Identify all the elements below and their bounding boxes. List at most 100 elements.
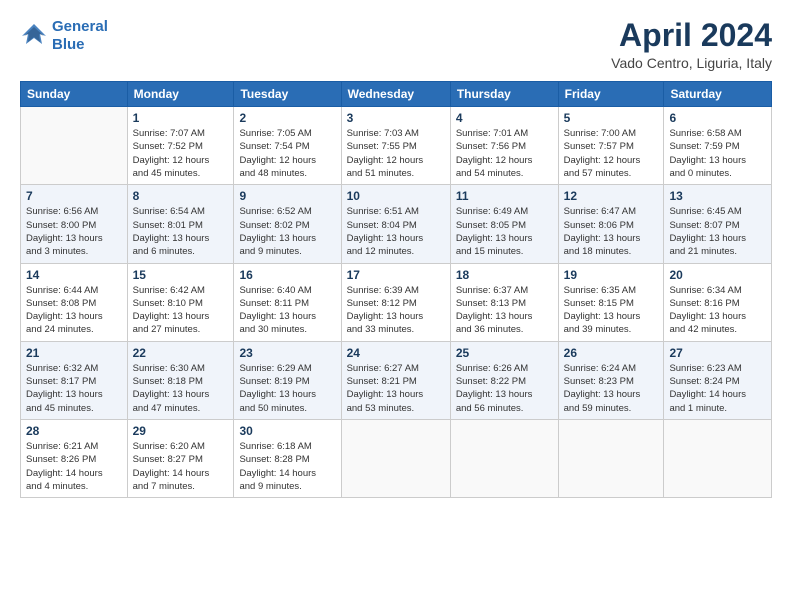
calendar-cell: 8 Sunrise: 6:54 AMSunset: 8:01 PMDaylight… (127, 185, 234, 263)
day-number: 13 (669, 189, 766, 203)
calendar-cell: 7 Sunrise: 6:56 AMSunset: 8:00 PMDaylight… (21, 185, 128, 263)
calendar-cell: 3Sunrise: 7:03 AMSunset: 7:55 PMDaylight… (341, 107, 450, 185)
day-info: Sunrise: 6:21 AMSunset: 8:26 PMDaylight:… (26, 440, 122, 493)
calendar-cell: 27 Sunrise: 6:23 AMSunset: 8:24 PMDayligh… (664, 341, 772, 419)
day-number: 15 (133, 268, 229, 282)
calendar-cell: 22 Sunrise: 6:30 AMSunset: 8:18 PMDayligh… (127, 341, 234, 419)
calendar-cell (21, 107, 128, 185)
day-info: Sunrise: 6:29 AMSunset: 8:19 PMDaylight:… (239, 362, 335, 415)
day-info: Sunrise: 6:42 AMSunset: 8:10 PMDaylight:… (133, 284, 229, 337)
weekday-header: Monday (127, 82, 234, 107)
title-block: April 2024 Vado Centro, Liguria, Italy (611, 18, 772, 71)
day-number: 28 (26, 424, 122, 438)
day-info: Sunrise: 6:58 AMSunset: 7:59 PMDaylight:… (669, 127, 766, 180)
day-info: Sunrise: 6:39 AMSunset: 8:12 PMDaylight:… (347, 284, 445, 337)
calendar-cell: 4 Sunrise: 7:01 AMSunset: 7:56 PMDaylight… (450, 107, 558, 185)
day-number: 10 (347, 189, 445, 203)
day-number: 16 (239, 268, 335, 282)
calendar-cell: 1 Sunrise: 7:07 AMSunset: 7:52 PMDaylight… (127, 107, 234, 185)
calendar-cell: 21 Sunrise: 6:32 AMSunset: 8:17 PMDayligh… (21, 341, 128, 419)
day-number: 21 (26, 346, 122, 360)
calendar-week-row: 21 Sunrise: 6:32 AMSunset: 8:17 PMDayligh… (21, 341, 772, 419)
logo-line2: Blue (52, 36, 85, 53)
day-number: 24 (347, 346, 445, 360)
day-info: Sunrise: 7:01 AMSunset: 7:56 PMDaylight:… (456, 127, 553, 180)
calendar-cell: 13 Sunrise: 6:45 AMSunset: 8:07 PMDayligh… (664, 185, 772, 263)
day-info: Sunrise: 6:54 AMSunset: 8:01 PMDaylight:… (133, 205, 229, 258)
main-title: April 2024 (611, 18, 772, 53)
calendar-cell: 11 Sunrise: 6:49 AMSunset: 8:05 PMDayligh… (450, 185, 558, 263)
calendar-cell: 14 Sunrise: 6:44 AMSunset: 8:08 PMDayligh… (21, 263, 128, 341)
day-info: Sunrise: 7:03 AMSunset: 7:55 PMDaylight:… (347, 127, 445, 180)
calendar-cell: 28 Sunrise: 6:21 AMSunset: 8:26 PMDayligh… (21, 419, 128, 497)
logo-text: General Blue (52, 18, 108, 54)
day-number: 19 (564, 268, 659, 282)
day-number: 7 (26, 189, 122, 203)
calendar-cell (450, 419, 558, 497)
calendar-cell: 5 Sunrise: 7:00 AMSunset: 7:57 PMDaylight… (558, 107, 664, 185)
calendar-cell: 18Sunrise: 6:37 AMSunset: 8:13 PMDayligh… (450, 263, 558, 341)
calendar-week-row: 1 Sunrise: 7:07 AMSunset: 7:52 PMDaylight… (21, 107, 772, 185)
calendar-cell: 29 Sunrise: 6:20 AMSunset: 8:27 PMDayligh… (127, 419, 234, 497)
day-number: 22 (133, 346, 229, 360)
day-number: 8 (133, 189, 229, 203)
day-info: Sunrise: 6:44 AMSunset: 8:08 PMDaylight:… (26, 284, 122, 337)
day-number: 5 (564, 111, 659, 125)
day-number: 25 (456, 346, 553, 360)
calendar-cell: 17Sunrise: 6:39 AMSunset: 8:12 PMDayligh… (341, 263, 450, 341)
day-info: Sunrise: 6:51 AMSunset: 8:04 PMDaylight:… (347, 205, 445, 258)
calendar-cell: 12Sunrise: 6:47 AMSunset: 8:06 PMDayligh… (558, 185, 664, 263)
day-info: Sunrise: 6:30 AMSunset: 8:18 PMDaylight:… (133, 362, 229, 415)
calendar-cell: 26Sunrise: 6:24 AMSunset: 8:23 PMDayligh… (558, 341, 664, 419)
header-row: SundayMondayTuesdayWednesdayThursdayFrid… (21, 82, 772, 107)
day-number: 29 (133, 424, 229, 438)
day-number: 4 (456, 111, 553, 125)
day-info: Sunrise: 6:52 AMSunset: 8:02 PMDaylight:… (239, 205, 335, 258)
day-info: Sunrise: 7:00 AMSunset: 7:57 PMDaylight:… (564, 127, 659, 180)
calendar: SundayMondayTuesdayWednesdayThursdayFrid… (20, 81, 772, 498)
calendar-week-row: 28 Sunrise: 6:21 AMSunset: 8:26 PMDayligh… (21, 419, 772, 497)
calendar-cell (558, 419, 664, 497)
calendar-cell: 24 Sunrise: 6:27 AMSunset: 8:21 PMDayligh… (341, 341, 450, 419)
day-info: Sunrise: 6:49 AMSunset: 8:05 PMDaylight:… (456, 205, 553, 258)
calendar-week-row: 14 Sunrise: 6:44 AMSunset: 8:08 PMDayligh… (21, 263, 772, 341)
calendar-cell: 20Sunrise: 6:34 AMSunset: 8:16 PMDayligh… (664, 263, 772, 341)
day-info: Sunrise: 6:45 AMSunset: 8:07 PMDaylight:… (669, 205, 766, 258)
day-info: Sunrise: 6:32 AMSunset: 8:17 PMDaylight:… (26, 362, 122, 415)
calendar-cell: 25 Sunrise: 6:26 AMSunset: 8:22 PMDayligh… (450, 341, 558, 419)
calendar-cell (664, 419, 772, 497)
day-info: Sunrise: 6:27 AMSunset: 8:21 PMDaylight:… (347, 362, 445, 415)
weekday-header: Saturday (664, 82, 772, 107)
day-number: 30 (239, 424, 335, 438)
subtitle: Vado Centro, Liguria, Italy (611, 55, 772, 71)
day-info: Sunrise: 6:47 AMSunset: 8:06 PMDaylight:… (564, 205, 659, 258)
day-number: 27 (669, 346, 766, 360)
calendar-cell: 30Sunrise: 6:18 AMSunset: 8:28 PMDayligh… (234, 419, 341, 497)
day-info: Sunrise: 6:26 AMSunset: 8:22 PMDaylight:… (456, 362, 553, 415)
logo: General Blue (20, 18, 108, 54)
logo-icon (20, 22, 48, 50)
day-number: 11 (456, 189, 553, 203)
day-info: Sunrise: 6:23 AMSunset: 8:24 PMDaylight:… (669, 362, 766, 415)
calendar-cell: 19 Sunrise: 6:35 AMSunset: 8:15 PMDayligh… (558, 263, 664, 341)
day-number: 23 (239, 346, 335, 360)
day-info: Sunrise: 6:40 AMSunset: 8:11 PMDaylight:… (239, 284, 335, 337)
day-info: Sunrise: 7:07 AMSunset: 7:52 PMDaylight:… (133, 127, 229, 180)
calendar-cell (341, 419, 450, 497)
calendar-cell: 10 Sunrise: 6:51 AMSunset: 8:04 PMDayligh… (341, 185, 450, 263)
day-info: Sunrise: 6:24 AMSunset: 8:23 PMDaylight:… (564, 362, 659, 415)
weekday-header: Thursday (450, 82, 558, 107)
day-info: Sunrise: 6:56 AMSunset: 8:00 PMDaylight:… (26, 205, 122, 258)
logo-line1: General (52, 18, 108, 35)
calendar-cell: 6Sunrise: 6:58 AMSunset: 7:59 PMDaylight… (664, 107, 772, 185)
day-number: 1 (133, 111, 229, 125)
day-info: Sunrise: 6:35 AMSunset: 8:15 PMDaylight:… (564, 284, 659, 337)
calendar-cell: 2Sunrise: 7:05 AMSunset: 7:54 PMDaylight… (234, 107, 341, 185)
header: General Blue April 2024 Vado Centro, Lig… (20, 18, 772, 71)
day-info: Sunrise: 6:20 AMSunset: 8:27 PMDaylight:… (133, 440, 229, 493)
calendar-cell: 9Sunrise: 6:52 AMSunset: 8:02 PMDaylight… (234, 185, 341, 263)
day-info: Sunrise: 6:34 AMSunset: 8:16 PMDaylight:… (669, 284, 766, 337)
calendar-week-row: 7 Sunrise: 6:56 AMSunset: 8:00 PMDaylight… (21, 185, 772, 263)
day-number: 14 (26, 268, 122, 282)
page: General Blue April 2024 Vado Centro, Lig… (0, 0, 792, 612)
